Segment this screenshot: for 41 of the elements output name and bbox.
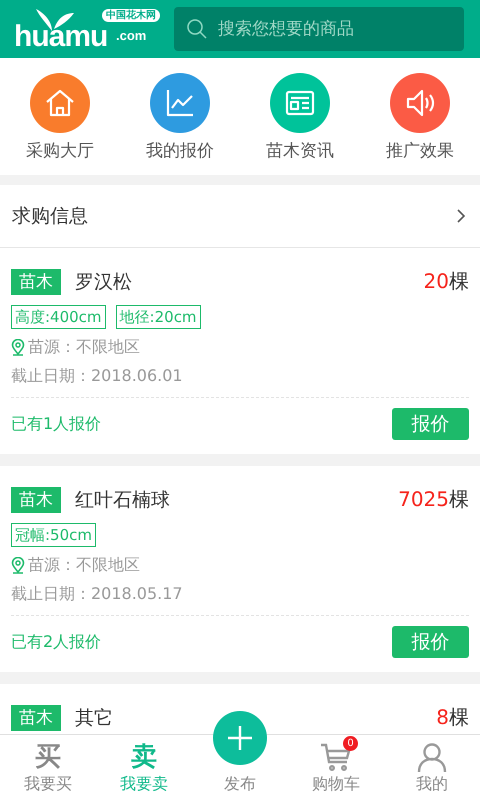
chevron-right-icon [456, 208, 466, 224]
section-title: 求购信息 [12, 204, 88, 229]
quick-link-label[interactable]: 苗木资讯 [266, 139, 334, 162]
location-pin-icon [11, 557, 25, 574]
quantity-text: 7025棵 [398, 486, 469, 513]
quick-link-label[interactable]: 我的报价 [146, 139, 214, 162]
request-card[interactable]: 苗木 罗汉松 20棵 高度:400cm 地径:20cm 苗源：不限地区 截止日期：2018.06.01 已有1人报价 报价 [0, 248, 480, 454]
location-pin-icon [11, 339, 25, 356]
tab-item[interactable]: 买 我要买 [0, 735, 96, 800]
user-icon [417, 742, 447, 772]
section-header[interactable]: 求购信息 [0, 185, 480, 248]
origin-text: 苗源：不限地区 [28, 337, 140, 358]
product-name: 其它 [75, 706, 114, 730]
search-field[interactable]: 搜索您想要的商品 [174, 7, 464, 51]
product-name: 罗汉松 [75, 270, 133, 294]
site-name: 中国花木网 [102, 9, 160, 22]
tab-item[interactable]: 我的 [384, 735, 480, 800]
spec-tag: 地径:20cm [116, 305, 201, 329]
tab-glyph-icon: 买 [35, 742, 61, 772]
tab-glyph-icon: 卖 [131, 742, 157, 772]
quantity-text: 20棵 [424, 268, 469, 295]
deadline-text: 截止日期：2018.06.01 [11, 366, 469, 398]
spec-tag: 冠幅:50cm [11, 523, 96, 547]
quick-link-label[interactable]: 推广效果 [386, 139, 454, 162]
category-tag: 苗木 [11, 704, 61, 730]
quick-link-label[interactable]: 采购大厅 [26, 139, 94, 162]
category-tag: 苗木 [11, 486, 61, 512]
quote-count: 已有1人报价 [11, 414, 102, 434]
spec-tag: 高度:400cm [11, 305, 106, 329]
origin-text: 苗源：不限地区 [28, 555, 140, 576]
category-tag: 苗木 [11, 268, 61, 294]
quantity-text: 8棵 [436, 704, 469, 731]
logo-brand: huamu [14, 22, 108, 52]
tab-item[interactable]: 0 购物车 [288, 735, 384, 800]
product-name: 红叶石楠球 [75, 488, 171, 512]
request-card[interactable]: 苗木 其它 8棵 [0, 684, 480, 734]
logo-domain: .com [116, 29, 146, 43]
request-card[interactable]: 苗木 红叶石楠球 7025棵 冠幅:50cm 苗源：不限地区 截止日期：2018.05.17 已有2人报价 报价 [0, 466, 480, 672]
deadline-text: 截止日期：2018.05.17 [11, 584, 469, 616]
cart-badge: 0 [343, 736, 358, 751]
quote-count: 已有2人报价 [11, 632, 102, 652]
